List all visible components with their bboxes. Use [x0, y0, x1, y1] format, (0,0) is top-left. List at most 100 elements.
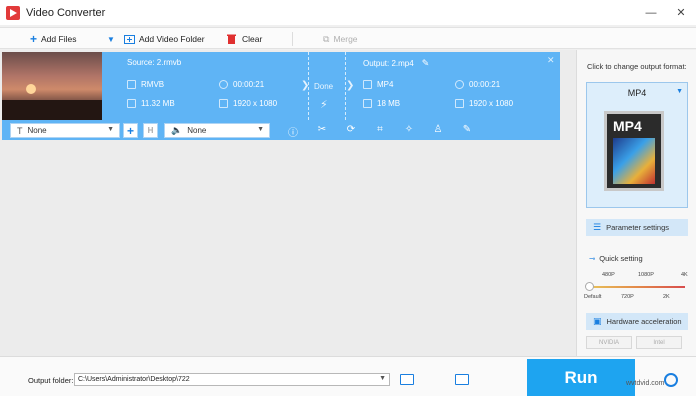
output-format-value: MP4 — [377, 80, 394, 89]
clear-label: Clear — [242, 34, 263, 44]
add-files-button[interactable]: + Add Files — [30, 32, 76, 46]
info-icon[interactable]: ⓘ — [287, 124, 299, 139]
edit-pencil-icon[interactable]: ✎ — [422, 58, 430, 69]
output-size-value: 18 MB — [377, 99, 401, 108]
quick-setting-label: Quick setting — [599, 254, 643, 263]
dropdown-arrow-icon: ▼ — [107, 126, 114, 133]
speaker-icon: 🔈 — [171, 125, 183, 135]
quick-setting-header: ⊸ Quick setting — [589, 254, 643, 263]
format-selector[interactable]: MP4 ▼ MP4 — [586, 82, 688, 208]
source-duration-value: 00:00:21 — [233, 80, 265, 89]
sunset-sun — [26, 84, 36, 94]
output-format: MP4 — [363, 80, 393, 89]
hardware-acceleration-button[interactable]: ▣ Hardware acceleration — [586, 313, 688, 330]
folder-icon — [363, 99, 372, 108]
file-list-area: Source: 2.rmvb RMVB 00:00:21 11.32 MB 19… — [0, 50, 576, 356]
add-video-folder-label: Add Video Folder — [139, 34, 205, 44]
source-format: RMVB — [127, 80, 164, 89]
merge-icon: ⧉ — [323, 33, 330, 44]
mp4-icon-art — [613, 138, 655, 184]
dropdown-arrow-icon: ▼ — [107, 34, 115, 44]
output-duration: 00:00:21 — [455, 80, 500, 89]
run-button[interactable]: Run — [527, 359, 635, 396]
clear-button[interactable]: Clear — [227, 32, 262, 46]
tick-2k: 2K — [663, 294, 670, 300]
window-title: Video Converter — [26, 6, 106, 19]
format-name: MP4 — [627, 88, 647, 98]
mp4-format-icon: MP4 — [604, 111, 664, 191]
audio-dropdown[interactable]: 🔈 None ▼ — [164, 123, 270, 138]
watermark-text: wvtdvid.com — [626, 380, 665, 387]
output-size: 18 MB — [363, 99, 400, 108]
status-label: Done — [314, 82, 334, 91]
dropdown-arrow-icon: ▼ — [379, 375, 386, 382]
folder-icon — [127, 99, 136, 108]
sliders-icon: ☰ — [593, 222, 602, 232]
close-button[interactable]: ✕ — [666, 0, 696, 25]
remove-file-icon[interactable]: ✕ — [547, 55, 555, 66]
subtitle-h-icon[interactable]: H — [143, 123, 158, 138]
parameter-settings-label: Parameter settings — [606, 223, 670, 232]
file-row[interactable]: Source: 2.rmvb RMVB 00:00:21 11.32 MB 19… — [2, 52, 560, 120]
resolution-icon — [219, 99, 228, 108]
subtitle-edit-icon[interactable]: ✎ — [461, 124, 473, 135]
tick-720p: 720P — [621, 294, 634, 300]
mp4-icon-text: MP4 — [613, 118, 642, 134]
chevron-right-icon: ❯ — [346, 80, 355, 91]
folder-plus-icon — [124, 35, 135, 44]
file-icon — [127, 80, 136, 89]
dropdown-arrow-icon: ▼ — [257, 126, 264, 133]
add-video-folder-button[interactable]: Add Video Folder — [124, 32, 205, 46]
output-folder-value: C:\Users\Administrator\Desktop\722 — [78, 376, 190, 383]
merge-label: Merge — [333, 34, 358, 44]
source-format-value: RMVB — [141, 80, 165, 89]
trash-icon — [227, 34, 236, 44]
subtitle-dropdown[interactable]: T None ▼ — [10, 123, 120, 138]
source-label: Source: 2.rmvb — [127, 58, 182, 67]
dropdown-arrow-icon: ▼ — [676, 88, 683, 95]
quality-slider-track[interactable] — [589, 286, 685, 288]
add-files-label: Add Files — [41, 34, 77, 44]
tick-1080p: 1080P — [638, 272, 654, 278]
output-resolution-value: 1920 x 1080 — [469, 99, 514, 108]
source-duration: 00:00:21 — [219, 80, 264, 89]
chip-icon: ▣ — [593, 316, 602, 326]
quality-slider-handle[interactable] — [585, 282, 594, 291]
settings-gear-icon[interactable] — [664, 373, 678, 387]
thumbnail-ground — [2, 100, 102, 120]
output-resolution: 1920 x 1080 — [455, 99, 513, 108]
intel-option[interactable]: Intel — [636, 336, 682, 349]
add-subtitle-button[interactable]: + — [123, 123, 138, 138]
app-logo-icon — [6, 5, 20, 20]
output-format-panel: Click to change output format: MP4 ▼ MP4… — [576, 50, 696, 356]
merge-button[interactable]: ⧉ Merge — [323, 32, 358, 46]
add-files-dropdown[interactable]: ▼ — [107, 32, 115, 46]
scissors-icon[interactable]: ✂ — [316, 124, 328, 135]
hardware-options: NVIDIA Intel — [586, 336, 682, 349]
file-options-row: T None ▼ + H 🔈 None ▼ ⓘ ✂ ⟳ ⌗ ✧ ♙ ✎ — [2, 120, 560, 140]
file-icon — [363, 80, 372, 89]
video-thumbnail[interactable] — [2, 52, 102, 120]
parameter-settings-button[interactable]: ☰ Parameter settings — [586, 219, 688, 236]
watermark-stamp-icon[interactable]: ♙ — [432, 124, 444, 135]
tick-4k: 4K — [681, 272, 688, 278]
crop-icon[interactable]: ⌗ — [374, 124, 386, 135]
lightning-icon: ⚡ — [320, 99, 328, 111]
panel-title: Click to change output format: — [587, 62, 687, 71]
bottom-bar: Output folder: C:\Users\Administrator\De… — [0, 356, 696, 396]
text-t-icon: T — [17, 125, 23, 136]
browse-folder-icon[interactable] — [400, 374, 414, 385]
open-output-folder-icon[interactable] — [455, 374, 469, 385]
effects-wand-icon[interactable]: ✧ — [403, 124, 415, 135]
output-duration-value: 00:00:21 — [469, 80, 501, 89]
source-resolution: 1920 x 1080 — [219, 99, 277, 108]
output-label-text: Output: 2.mp4 — [363, 59, 414, 68]
nvidia-option[interactable]: NVIDIA — [586, 336, 632, 349]
tick-default: Default — [584, 294, 602, 300]
toolbar-divider — [292, 32, 293, 46]
plus-icon: + — [30, 32, 38, 46]
minimize-button[interactable]: — — [636, 0, 666, 25]
clock-icon — [219, 80, 228, 89]
output-folder-select[interactable]: C:\Users\Administrator\Desktop\722 ▼ — [74, 373, 390, 386]
rotate-icon[interactable]: ⟳ — [345, 124, 357, 135]
